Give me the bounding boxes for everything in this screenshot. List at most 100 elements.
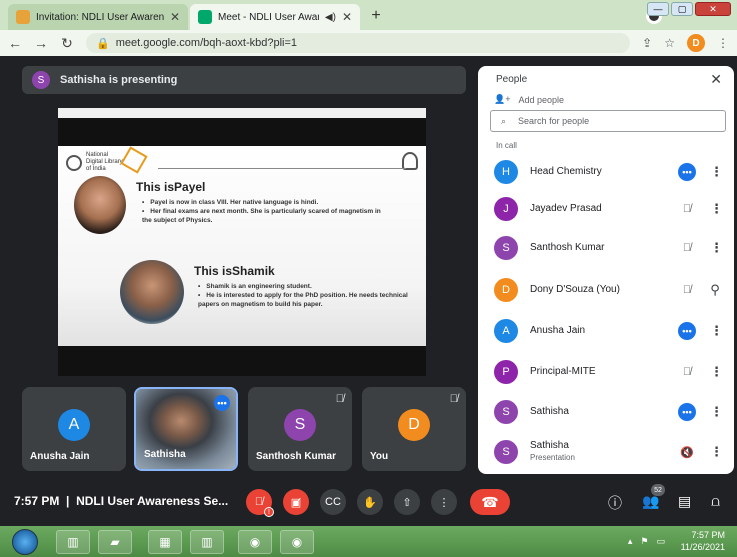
- meeting-control-bar: 7:57 PM | NDLI User Awareness Se... 🎙̸ !…: [0, 478, 737, 526]
- camera-toggle-button[interactable]: ▣̸: [283, 489, 309, 515]
- camera-off-icon: ▣̸: [290, 496, 302, 509]
- participant-row[interactable]: H Head Chemistry ••• ⋮: [478, 152, 734, 192]
- in-call-section-label: In call: [496, 141, 517, 150]
- profile-avatar[interactable]: D: [687, 34, 705, 52]
- more-options-icon[interactable]: ⋮: [710, 323, 723, 339]
- book-icon: ▥: [67, 535, 79, 549]
- participant-row[interactable]: S Santhosh Kumar 🎙̸ ⋮: [478, 228, 734, 268]
- taskbar-app-reader[interactable]: ▥: [190, 530, 224, 554]
- pin-icon[interactable]: ⚲: [710, 282, 720, 298]
- close-icon[interactable]: ✕: [710, 71, 722, 88]
- flag-icon[interactable]: ⚑: [640, 536, 648, 547]
- participant-row[interactable]: P Principal-MITE 🎙̸ ⋮: [478, 352, 734, 392]
- more-options-icon[interactable]: ⋮: [710, 404, 723, 420]
- browser-tab-strip: Invitation: NDLI User Awareness ✕ Meet -…: [0, 0, 737, 30]
- audio-off-icon: 🔇: [680, 446, 694, 459]
- tab-title: Invitation: NDLI User Awareness: [36, 11, 164, 23]
- forward-arrow-icon[interactable]: →: [34, 35, 48, 51]
- presenting-banner: S Sathisha is presenting: [22, 66, 466, 94]
- more-options-icon[interactable]: ⋮: [710, 444, 723, 460]
- speaking-indicator-icon: •••: [214, 395, 230, 411]
- captions-button[interactable]: CC: [320, 489, 346, 515]
- start-button[interactable]: [12, 529, 38, 555]
- participant-row[interactable]: S Sathisha Presentation 🔇 ⋮: [478, 432, 734, 472]
- activities-icon[interactable]: ⩍: [711, 493, 720, 510]
- speaker-icon[interactable]: ◀): [325, 12, 336, 23]
- more-options-icon[interactable]: ⋮: [710, 201, 723, 217]
- add-people-button[interactable]: 👤+ Add people: [494, 94, 564, 105]
- reload-icon[interactable]: ↻: [60, 35, 74, 52]
- minimize-button[interactable]: —: [647, 2, 669, 16]
- present-icon: ⇧: [402, 496, 412, 509]
- participant-avatar: A: [58, 409, 90, 441]
- participant-tile-sathisha[interactable]: ••• Sathisha: [134, 387, 238, 471]
- chat-icon[interactable]: ▤: [678, 493, 691, 510]
- clock[interactable]: 7:57 PM 11/26/2021: [681, 529, 725, 553]
- meeting-time: 7:57 PM: [14, 494, 60, 508]
- menu-kebab-icon[interactable]: ⋮: [717, 36, 729, 50]
- tab-close-icon[interactable]: ✕: [342, 10, 352, 24]
- present-now-button[interactable]: ⇧: [394, 489, 420, 515]
- network-icon[interactable]: ▭: [656, 536, 665, 547]
- taskbar-app-chrome-2[interactable]: ◉: [280, 530, 314, 554]
- taskbar-app-explorer[interactable]: ▰: [98, 530, 132, 554]
- mic-off-icon: 🎙̸: [682, 242, 692, 254]
- maximize-button[interactable]: ▢: [671, 2, 693, 16]
- bullet-item: Shamik is an engineering student.: [198, 282, 408, 291]
- meeting-name: NDLI User Awareness Se...: [76, 494, 229, 508]
- participant-row[interactable]: D Dony D'Souza (You) 🎙̸ ⚲: [478, 270, 734, 310]
- raise-hand-button[interactable]: ✋: [357, 489, 383, 515]
- shamik-photo: [120, 260, 184, 324]
- taskbar-app-excel[interactable]: ▦: [148, 530, 182, 554]
- bookmark-star-icon[interactable]: ☆: [664, 36, 675, 50]
- participant-name: Sathisha: [144, 449, 186, 460]
- tab-close-icon[interactable]: ✕: [170, 10, 180, 24]
- meeting-info-icon[interactable]: ⓘ: [608, 493, 622, 513]
- search-icon: ⌕: [501, 115, 507, 126]
- window-close-button[interactable]: ✕: [695, 2, 731, 16]
- tray-arrow-icon[interactable]: ▴: [628, 536, 633, 547]
- search-people-input[interactable]: ⌕ Search for people: [490, 110, 726, 132]
- participant-row[interactable]: J Jayadev Prasad 🎙̸ ⋮: [478, 189, 734, 229]
- participant-subtitle: Presentation: [530, 453, 575, 462]
- mic-off-icon: 🎙̸: [682, 366, 692, 378]
- participant-tile-santhosh[interactable]: 🎙̸ S Santhosh Kumar: [248, 387, 352, 471]
- tab-title: Meet - NDLI User Awareness: [218, 11, 319, 23]
- more-options-icon[interactable]: ⋮: [710, 364, 723, 380]
- add-person-icon: 👤+: [494, 94, 511, 104]
- spreadsheet-icon: ▦: [159, 535, 171, 549]
- participant-tile-you[interactable]: 🎙̸ D You: [362, 387, 466, 471]
- book-icon: ▥: [201, 535, 213, 549]
- taskbar-app-library[interactable]: ▥: [56, 530, 90, 554]
- tab-meet[interactable]: Meet - NDLI User Awareness ◀) ✕: [190, 4, 360, 30]
- participant-row[interactable]: S Sathisha ••• ⋮: [478, 392, 734, 432]
- url-field[interactable]: 🔒 meet.google.com/bqh-aoxt-kbd?pli=1: [86, 33, 631, 53]
- more-options-icon[interactable]: ⋮: [710, 164, 723, 180]
- participant-avatar: S: [494, 440, 518, 464]
- meeting-details[interactable]: 7:57 PM | NDLI User Awareness Se...: [14, 494, 228, 508]
- meet-favicon-icon: [198, 10, 212, 24]
- add-people-label: Add people: [518, 94, 565, 105]
- back-arrow-icon[interactable]: ←: [8, 35, 22, 51]
- participant-name-text: Sathisha: [530, 440, 569, 451]
- lock-icon[interactable]: 🔒: [96, 37, 110, 50]
- shared-screen: National Digital Library of India This i…: [58, 108, 426, 376]
- participant-tile-anusha[interactable]: A Anusha Jain: [22, 387, 126, 471]
- new-tab-button[interactable]: +: [366, 6, 386, 26]
- more-options-icon[interactable]: ⋮: [710, 240, 723, 256]
- participant-name: Sathisha: [530, 406, 569, 417]
- participant-row[interactable]: A Anusha Jain ••• ⋮: [478, 311, 734, 351]
- mic-off-icon: 🎙̸: [449, 393, 458, 405]
- participant-name: Jayadev Prasad: [530, 203, 602, 214]
- share-icon[interactable]: ⇪: [642, 36, 652, 50]
- taskbar-app-chrome[interactable]: ◉: [238, 530, 272, 554]
- address-bar: ← → ↻ 🔒 meet.google.com/bqh-aoxt-kbd?pli…: [0, 30, 737, 56]
- panel-title: People: [496, 74, 528, 85]
- windows-taskbar: ▥ ▰ ▦ ▥ ◉ ◉ ▴ ⚑ ▭ 7:57 PM 11/26/2021: [0, 526, 737, 557]
- more-options-button[interactable]: ⋮: [431, 489, 457, 515]
- speaking-indicator-icon: •••: [678, 322, 696, 340]
- participant-name: You: [370, 451, 389, 462]
- mic-toggle-button[interactable]: 🎙̸ !: [246, 489, 274, 517]
- leave-call-button[interactable]: ☎: [470, 489, 510, 515]
- tab-invitation[interactable]: Invitation: NDLI User Awareness ✕: [8, 4, 188, 30]
